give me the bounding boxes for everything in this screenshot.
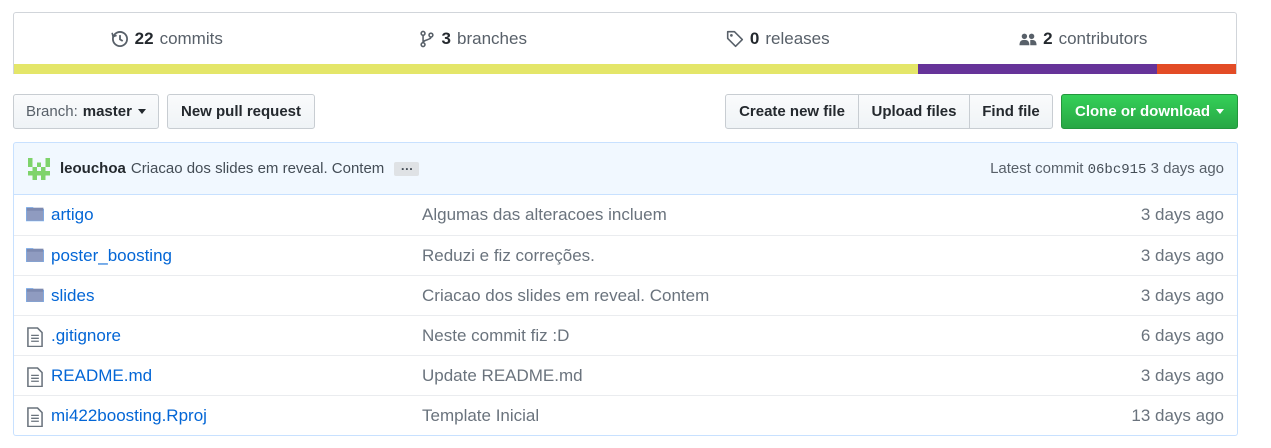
commits-count: 22 bbox=[134, 29, 154, 48]
dropdown-caret-icon bbox=[137, 109, 146, 114]
file-name-link[interactable]: artigo bbox=[51, 205, 422, 225]
file-icon bbox=[26, 406, 44, 427]
language-bar-segment[interactable] bbox=[918, 64, 1157, 74]
clone-or-download-label: Clone or download bbox=[1075, 103, 1210, 120]
file-row: mi422boosting.Rproj Template Inicial 13 da… bbox=[14, 395, 1237, 435]
branches-label: branches bbox=[457, 29, 527, 48]
file-commit-message[interactable]: Update README.md bbox=[422, 366, 1141, 386]
file-row: artigo Algumas das alteracoes incluem 3 da… bbox=[14, 195, 1237, 235]
people-icon bbox=[1019, 33, 1037, 46]
latest-commit-bar: leouchoa Criacao dos slides em reveal. C… bbox=[13, 142, 1238, 195]
expand-commit-message-button[interactable]: … bbox=[394, 159, 420, 176]
file-commit-age: 13 days ago bbox=[1131, 405, 1224, 425]
commits-link[interactable]: 22 commits bbox=[14, 29, 320, 49]
file-commit-message[interactable]: Algumas das alteracoes incluem bbox=[422, 205, 1141, 225]
file-icon bbox=[26, 366, 44, 387]
branch-name: master bbox=[82, 103, 132, 120]
folder-icon bbox=[26, 206, 44, 224]
folder-icon bbox=[26, 287, 44, 305]
create-new-file-button[interactable]: Create new file bbox=[725, 94, 859, 129]
file-commit-message[interactable]: Neste commit fiz :D bbox=[422, 326, 1141, 346]
file-commit-age: 6 days ago bbox=[1140, 325, 1224, 345]
file-name-link[interactable]: slides bbox=[51, 286, 422, 306]
git-branch-icon bbox=[419, 30, 434, 48]
folder-icon bbox=[26, 247, 44, 265]
file-commit-age: 3 days ago bbox=[1140, 205, 1224, 224]
file-actions-group: Create new file Upload files Find file bbox=[725, 94, 1053, 129]
file-commit-age: 3 days ago bbox=[1140, 365, 1224, 385]
repo-summary: 22 commits 3 branches 0 releases 2 contr… bbox=[13, 12, 1237, 74]
find-file-button[interactable]: Find file bbox=[969, 94, 1053, 129]
latest-commit-label: Latest commit bbox=[990, 159, 1084, 177]
language-bar[interactable] bbox=[14, 64, 1236, 74]
file-list: artigo Algumas das alteracoes incluem 3 da… bbox=[13, 195, 1238, 436]
clone-or-download-button[interactable]: Clone or download bbox=[1061, 94, 1238, 129]
file-name-link[interactable]: README.md bbox=[51, 366, 422, 386]
tag-icon bbox=[726, 30, 743, 48]
releases-link[interactable]: 0 releases bbox=[625, 29, 931, 49]
file-commit-message[interactable]: Reduzi e fiz correções. bbox=[422, 246, 1141, 266]
file-row: .gitignore Neste commit fiz :D 6 days ago bbox=[14, 315, 1237, 355]
file-name-link[interactable]: poster_boosting bbox=[51, 246, 422, 266]
language-bar-segment[interactable] bbox=[1156, 64, 1236, 74]
history-icon bbox=[110, 31, 128, 47]
contributors-link[interactable]: 2 contributors bbox=[931, 29, 1237, 49]
contributors-count: 2 bbox=[1043, 29, 1053, 48]
file-commit-age: 3 days ago bbox=[1140, 245, 1224, 265]
commits-label: commits bbox=[159, 29, 223, 48]
file-commit-message[interactable]: Criacao dos slides em reveal. Contem bbox=[422, 286, 1141, 306]
releases-label: releases bbox=[765, 29, 830, 48]
branches-link[interactable]: 3 branches bbox=[320, 29, 626, 49]
releases-count: 0 bbox=[749, 29, 760, 48]
avatar[interactable] bbox=[28, 157, 50, 180]
file-row: README.md Update README.md 3 days ago bbox=[14, 355, 1237, 395]
file-row: slides Criacao dos slides em reveal. Cont… bbox=[14, 275, 1237, 315]
file-name-link[interactable]: mi422boosting.Rproj bbox=[51, 406, 422, 426]
file-row: poster_boosting Reduzi e fiz correções. 3 … bbox=[14, 235, 1237, 275]
branch-select-button[interactable]: Branch: master bbox=[13, 94, 159, 129]
file-name-link[interactable]: .gitignore bbox=[51, 326, 422, 346]
commit-message[interactable]: Criacao dos slides em reveal. Contem bbox=[131, 160, 384, 177]
branch-prefix: Branch: bbox=[26, 103, 78, 120]
commit-author[interactable]: leouchoa bbox=[60, 160, 126, 177]
file-commit-age: 3 days ago bbox=[1140, 285, 1224, 305]
file-commit-message[interactable]: Template Inicial bbox=[422, 406, 1131, 426]
new-pull-request-button[interactable]: New pull request bbox=[167, 94, 315, 129]
file-navigation: Branch: master New pull request Create n… bbox=[13, 94, 1238, 129]
contributors-label: contributors bbox=[1058, 29, 1148, 48]
commit-age: 3 days ago bbox=[1150, 159, 1224, 177]
dropdown-caret-icon bbox=[1216, 109, 1224, 114]
upload-files-button[interactable]: Upload files bbox=[858, 94, 970, 129]
commit-sha[interactable]: 06bc915 bbox=[1088, 162, 1147, 178]
file-icon bbox=[26, 326, 44, 347]
repo-stats: 22 commits 3 branches 0 releases 2 contr… bbox=[14, 13, 1236, 65]
language-bar-segment[interactable] bbox=[14, 64, 919, 74]
branches-count: 3 bbox=[441, 29, 452, 48]
latest-commit-info: Latest commit 06bc915 3 days ago bbox=[990, 160, 1224, 178]
